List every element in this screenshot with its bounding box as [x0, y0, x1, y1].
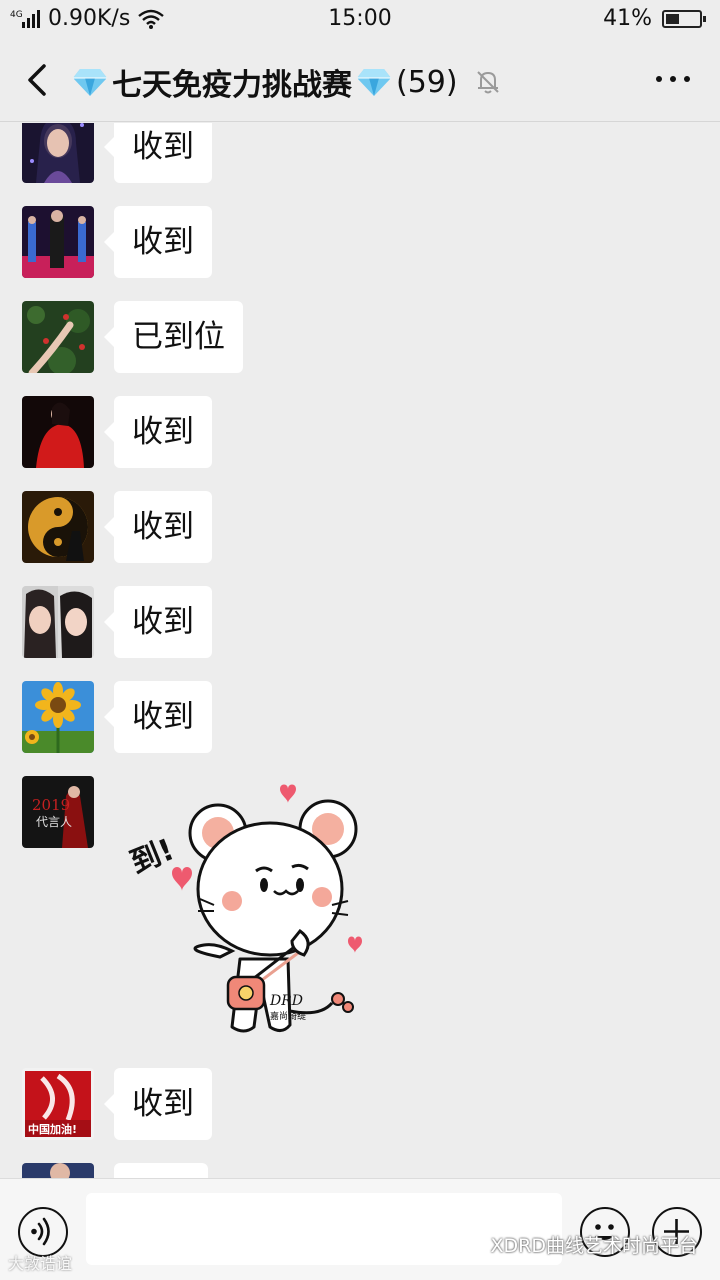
more-dots-icon[interactable] [656, 76, 690, 82]
message-row: 收到 [22, 491, 212, 563]
message-row: 已到位 [22, 301, 243, 373]
chat-title[interactable]: 七天免疫力挑战赛 (59) [72, 60, 502, 104]
message-row: 收到 [22, 396, 212, 468]
message-bubble[interactable] [114, 1163, 208, 1178]
diamond-icon [73, 69, 107, 96]
battery-icon [662, 9, 706, 28]
message-bubble[interactable]: 收到 [104, 681, 212, 753]
message-row: 收到 [22, 586, 212, 658]
watermark-left: 大敦诰谊 [8, 1250, 72, 1274]
svg-text:DRD: DRD [269, 993, 303, 1009]
back-chevron-icon[interactable] [20, 58, 60, 102]
avatar[interactable]: 2019 代言人 [22, 776, 94, 848]
message-bubble[interactable]: 收到 [104, 1068, 212, 1140]
message-bubble[interactable]: 收到 [104, 396, 212, 468]
avatar[interactable] [22, 681, 94, 753]
svg-text:嘉尚琦缇: 嘉尚琦缇 [270, 1010, 306, 1022]
wechat-icon [456, 1233, 485, 1255]
status-bar: 4G 0.90K/s 15:00 41% [0, 0, 720, 38]
message-row: 中国加油! 收到 [22, 1068, 212, 1140]
message-bubble[interactable]: 收到 [104, 491, 212, 563]
avatar[interactable] [22, 396, 94, 468]
watermark-left-text: 大敦诰谊 [8, 1254, 73, 1273]
bell-muted-icon [476, 71, 499, 94]
avatar[interactable] [22, 123, 94, 183]
message-list[interactable]: 收到 收到 已到位 收到 收到 收到 收到 2019 代言人 到! DRD 嘉尚… [0, 123, 720, 1178]
svg-text:代言人: 代言人 [36, 815, 72, 829]
status-right: 41% [603, 6, 706, 31]
message-row [22, 1163, 208, 1178]
mouse-sticker[interactable]: 到! DRD 嘉尚琦缇 [120, 781, 380, 1046]
diamond-icon [357, 69, 391, 96]
avatar[interactable] [22, 586, 94, 658]
watermark-right-text: XDRD曲线艺术时尚平台 [490, 1235, 698, 1257]
message-bubble[interactable]: 已到位 [104, 301, 243, 373]
message-bubble[interactable]: 收到 [104, 206, 212, 278]
svg-text:中国加油!: 中国加油! [28, 1122, 77, 1136]
avatar[interactable] [22, 1163, 94, 1178]
avatar[interactable] [22, 491, 94, 563]
battery-percent: 41% [603, 6, 652, 31]
input-bar [0, 1178, 720, 1280]
message-bubble[interactable]: 收到 [104, 123, 212, 183]
message-row: 收到 [22, 206, 212, 278]
chat-header: 七天免疫力挑战赛 (59) [0, 38, 720, 122]
message-row: 2019 代言人 [22, 776, 94, 848]
avatar[interactable] [22, 206, 94, 278]
message-bubble[interactable]: 收到 [104, 586, 212, 658]
message-row: 收到 [22, 681, 212, 753]
avatar[interactable] [22, 301, 94, 373]
message-row: 收到 [22, 123, 212, 183]
avatar[interactable]: 中国加油! [22, 1068, 94, 1140]
member-count: (59) [396, 64, 458, 100]
svg-text:2019: 2019 [32, 796, 70, 814]
watermark-right: XDRD曲线艺术时尚平台 [456, 1231, 698, 1258]
svg-text:到!: 到! [125, 832, 179, 881]
group-name: 七天免疫力挑战赛 [112, 68, 352, 103]
